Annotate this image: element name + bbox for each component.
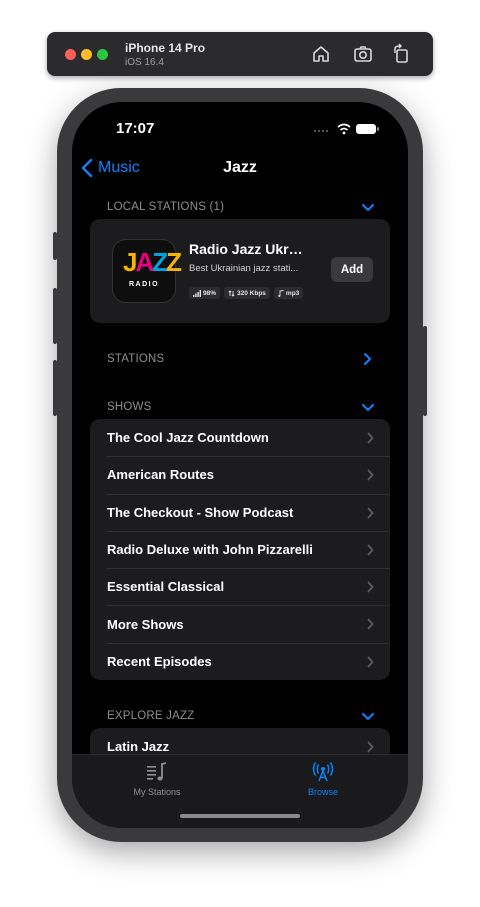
screenshot-icon[interactable] (352, 43, 374, 65)
page-title: Jazz (223, 159, 257, 176)
signal-badge: 98% (189, 287, 221, 299)
chevron-right-icon (367, 544, 374, 556)
dynamic-island (190, 114, 292, 144)
shows-list: The Cool Jazz Countdown American Routes … (90, 419, 390, 680)
chevron-right-icon[interactable] (361, 352, 375, 366)
volume-up-button (53, 288, 57, 344)
action-button (53, 232, 57, 260)
chevron-right-icon (367, 581, 374, 593)
phone-screen: 17:07 Music Jazz LOCAL STATIONS (1) JAZZ… (72, 102, 408, 828)
chevron-right-icon (367, 656, 374, 668)
list-item[interactable]: The Cool Jazz Countdown (90, 419, 390, 456)
list-item[interactable]: The Checkout - Show Podcast (90, 493, 390, 531)
tab-label: Browse (307, 787, 338, 797)
tab-my-stations[interactable]: My Stations (97, 761, 217, 797)
signal-bars-icon (193, 289, 201, 297)
device-name: iPhone 14 Pro (125, 41, 206, 55)
status-time: 17:07 (116, 120, 155, 137)
chevron-right-icon (367, 506, 374, 519)
chevron-right-icon (367, 741, 374, 753)
section-header-shows: SHOWS (107, 401, 152, 413)
arrows-updown-icon (228, 289, 235, 297)
list-item[interactable]: Recent Episodes (90, 642, 390, 680)
chevron-down-icon[interactable] (361, 401, 375, 415)
list-item[interactable]: American Routes (90, 456, 390, 493)
station-name: Radio Jazz Ukrai... (189, 241, 309, 257)
add-station-button[interactable]: Add (331, 257, 373, 282)
music-note-icon (278, 289, 284, 297)
section-header-explore-jazz: EXPLORE JAZZ (107, 710, 195, 722)
zoom-window-button[interactable] (97, 49, 108, 60)
station-description: Best Ukrainian jazz stati... (189, 263, 299, 274)
tab-browse[interactable]: Browse (263, 761, 383, 797)
station-badges: 98% 320 Kbps mp3 (189, 287, 304, 299)
chevron-right-icon (367, 469, 374, 481)
volume-down-button (53, 360, 57, 416)
bitrate-badge: 320 Kbps (224, 287, 270, 299)
simulator-toolbar: iPhone 14 Pro iOS 16.4 (47, 32, 433, 76)
chevron-right-icon (367, 432, 374, 444)
tab-label: My Stations (133, 787, 181, 797)
list-item[interactable]: More Shows (90, 605, 390, 642)
chevron-down-icon[interactable] (361, 710, 375, 724)
home-indicator[interactable] (180, 814, 300, 818)
minimize-window-button[interactable] (81, 49, 92, 60)
home-icon[interactable] (310, 43, 332, 65)
section-header-local-stations: LOCAL STATIONS (1) (107, 201, 225, 213)
chevron-down-icon[interactable] (361, 201, 375, 215)
list-item[interactable]: Essential Classical (90, 568, 390, 605)
list-item[interactable]: Radio Deluxe with John Pizzarelli (90, 530, 390, 568)
music-list-icon (147, 762, 167, 781)
power-button (423, 326, 427, 416)
format-badge: mp3 (273, 287, 304, 299)
status-icons (313, 123, 379, 135)
section-header-stations: STATIONS (107, 353, 165, 365)
close-window-button[interactable] (65, 49, 76, 60)
os-version: iOS 16.4 (125, 57, 164, 68)
antenna-icon (312, 762, 334, 782)
station-logo: JAZZ RADIO (112, 239, 182, 303)
rotate-icon[interactable] (390, 43, 412, 65)
chevron-right-icon (367, 618, 374, 631)
local-station-card[interactable]: JAZZ RADIO Radio Jazz Ukrai... Best Ukra… (90, 219, 390, 323)
